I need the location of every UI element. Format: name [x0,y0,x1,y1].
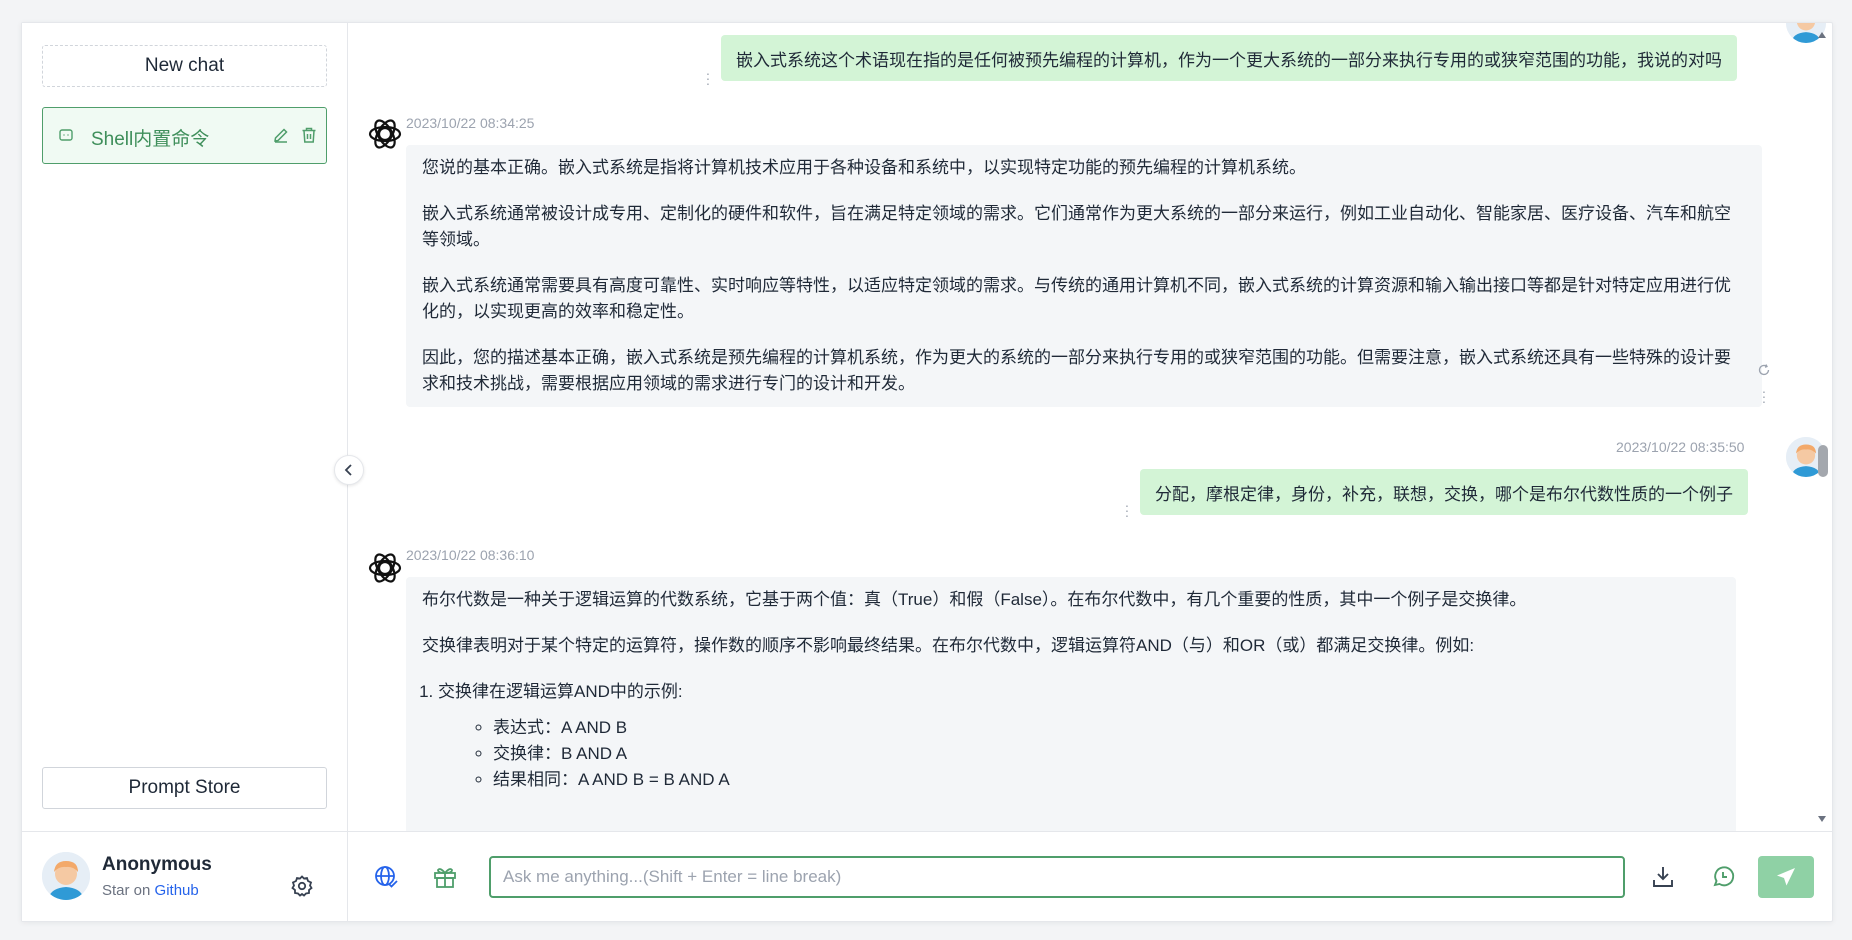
new-chat-button[interactable]: New chat [42,45,327,87]
message-paragraph: 嵌入式系统通常被设计成专用、定制化的硬件和软件，旨在满足特定领域的需求。它们通常… [422,204,1731,249]
github-link[interactable]: Github [155,882,199,899]
chat-input[interactable] [489,856,1625,898]
send-button[interactable] [1758,856,1814,898]
chat-item-shell[interactable]: Shell内置命令 [42,107,327,164]
scroll-up-icon[interactable] [1818,32,1826,38]
trash-icon[interactable] [300,126,318,144]
gear-icon[interactable] [290,874,314,898]
app-window: New chat Shell内置命令 Prompt Store Anonymou… [21,22,1833,922]
edit-icon[interactable] [272,126,290,144]
message-menu-icon[interactable]: · · · [1760,384,1768,408]
message-paragraph: 嵌入式系统通常需要具有高度可靠性、实时响应等特性，以适应特定领域的需求。与传统的… [422,276,1731,321]
message-timestamp: 2023/10/22 08:36:10 [406,547,535,563]
message-menu-icon[interactable]: · · · [1123,498,1131,522]
regenerate-icon[interactable] [1757,363,1771,377]
collapse-sidebar-button[interactable] [334,455,364,485]
message-paragraph: 交换律表明对于某个特定的运算符，操作数的顺序不影响最终结果。在布尔代数中，逻辑运… [422,636,1475,655]
bullet-list: 表达式：A AND B 交换律：B AND A 结果相同：A AND B = B… [438,715,1720,793]
message-menu-icon[interactable]: · · · [704,66,712,90]
gift-icon[interactable] [432,864,458,890]
input-bar [348,831,1832,922]
assistant-message: 布尔代数是一种关于逻辑运算的代数系统，它基于两个值：真（True）和假（Fals… [406,577,1736,831]
user-message: 分配，摩根定律，身份，补充，联想，交换，哪个是布尔代数性质的一个例子 [1140,469,1748,515]
chat-icon [59,129,73,141]
message-text: 分配，摩根定律，身份，补充，联想，交换，哪个是布尔代数性质的一个例子 [1155,484,1733,504]
scrollbar-thumb[interactable] [1818,445,1828,477]
sidebar: New chat Shell内置命令 Prompt Store Anonymou… [22,23,348,921]
chat-bubble-icon[interactable] [1710,864,1736,890]
openai-icon [368,119,402,149]
user-message: 嵌入式系统这个术语现在指的是任何被预先编程的计算机，作为一个更大系统的一部分来执… [721,35,1737,81]
chat-item-title: Shell内置命令 [91,129,210,150]
message-timestamp: 2023/10/22 08:35:50 [1616,439,1745,455]
message-paragraph: 您说的基本正确。嵌入式系统是指将计算机技术应用于各种设备和系统中，以实现特定功能… [422,158,1306,177]
message-paragraph: 布尔代数是一种关于逻辑运算的代数系统，它基于两个值：真（True）和假（Fals… [422,590,1527,609]
numbered-list: 交换律在逻辑运算AND中的示例: 表达式：A AND B 交换律：B AND A… [422,679,1720,793]
message-list: 嵌入式系统这个术语现在指的是任何被预先编程的计算机，作为一个更大系统的一部分来执… [348,23,1832,831]
send-icon [1777,868,1795,886]
list-item: 交换律：B AND A [493,741,1720,767]
scroll-down-icon[interactable] [1818,816,1826,822]
user-bar: Anonymous Star on Github [22,831,347,922]
list-item: 表达式：A AND B [493,715,1720,741]
message-paragraph: 因此，您的描述基本正确，嵌入式系统是预先编程的计算机系统，作为更大的系统的一部分… [422,348,1731,393]
list-item: 结果相同：A AND B = B AND A [493,767,1720,793]
message-text: 嵌入式系统这个术语现在指的是任何被预先编程的计算机，作为一个更大系统的一部分来执… [736,50,1722,70]
user-avatar [42,852,90,900]
openai-icon [368,553,402,583]
chat-main: 嵌入式系统这个术语现在指的是任何被预先编程的计算机，作为一个更大系统的一部分来执… [348,23,1832,921]
scrollbar[interactable] [1815,22,1829,822]
user-name: Anonymous [102,854,212,875]
list-item: 交换律在逻辑运算AND中的示例: 表达式：A AND B 交换律：B AND A… [438,679,1720,793]
user-subtitle: Star on Github [102,882,199,899]
message-timestamp: 2023/10/22 08:34:25 [406,115,535,131]
download-icon[interactable] [1650,864,1676,890]
assistant-message: 您说的基本正确。嵌入式系统是指将计算机技术应用于各种设备和系统中，以实现特定功能… [406,145,1762,407]
globe-icon[interactable] [373,864,399,890]
chevron-left-icon [344,464,352,476]
prompt-store-button[interactable]: Prompt Store [42,767,327,809]
